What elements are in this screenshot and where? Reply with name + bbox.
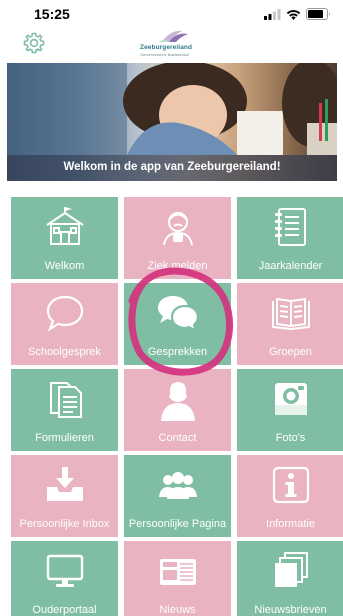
tile-label: Schoolgesprek [28, 346, 101, 358]
tile-formulieren[interactable]: Formulieren [11, 369, 118, 451]
gear-icon[interactable] [22, 31, 46, 55]
tile-label: Ouderportaal [32, 604, 97, 616]
battery-icon [306, 8, 330, 20]
info-icon [272, 466, 309, 504]
camera-icon [274, 383, 307, 415]
tile-schoolgesprek[interactable]: Schoolgesprek [11, 283, 118, 365]
tile-label: Contact [158, 432, 197, 444]
sick-child-icon [162, 212, 193, 246]
tile-fotos[interactable]: Foto's [237, 369, 343, 451]
tile-label: Groepen [269, 346, 312, 358]
tile-label: Ziek melden [147, 260, 208, 272]
documents-icon [49, 382, 82, 418]
tile-jaarkalender[interactable]: Jaarkalender [237, 197, 343, 279]
status-bar: 15:25 [0, 0, 343, 28]
signal-icon [264, 8, 281, 20]
tile-label: Persoonlijke Inbox [19, 518, 110, 530]
chat-bubbles-icon [157, 296, 199, 334]
tile-nieuwsbrieven[interactable]: Nieuwsbrieven [237, 541, 343, 616]
status-time: 15:25 [34, 6, 70, 22]
hero-banner: Welkom in de app van Zeeburgereiland! [7, 63, 337, 181]
speech-bubble-icon [46, 295, 83, 332]
tile-persoonlijke-inbox[interactable]: Persoonlijke Inbox [11, 455, 118, 537]
people-group-icon [158, 472, 197, 499]
tile-label: Jaarkalender [258, 260, 323, 272]
tile-label: Nieuws [159, 604, 196, 616]
tile-ouderportaal[interactable]: Ouderportaal [11, 541, 118, 616]
notebook-icon [274, 208, 306, 246]
contact-person-icon [160, 379, 195, 421]
tile-label: Persoonlijke Pagina [128, 518, 227, 530]
hero-caption: Welkom in de app van Zeeburgereiland! [63, 161, 281, 173]
status-icons [264, 8, 331, 20]
tile-label: Formulieren [35, 432, 94, 444]
open-book-icon [271, 297, 310, 331]
inbox-tray-icon [46, 467, 83, 501]
tile-label: Foto's [275, 432, 306, 444]
newspaper-icon [159, 559, 196, 585]
tile-label: Gesprekken [147, 346, 208, 358]
wifi-icon [286, 9, 301, 20]
tile-label: Welkom [44, 260, 85, 272]
tile-informatie[interactable]: Informatie [237, 455, 343, 537]
tile-nieuws[interactable]: Nieuws [124, 541, 231, 616]
tile-ziek-melden[interactable]: Ziek melden [124, 197, 231, 279]
logo-title: Zeeburgereiland [140, 44, 193, 51]
app-header: Zeeburgereiland Oecumenische Basisschool [0, 28, 343, 62]
tile-gesprekken[interactable]: Gesprekken [124, 283, 231, 365]
stacked-pages-icon [274, 552, 308, 587]
logo-subtitle: Oecumenische Basisschool [140, 52, 190, 57]
school-building-icon [45, 207, 84, 245]
tile-label: Informatie [266, 518, 315, 530]
tile-contact[interactable]: Contact [124, 369, 231, 451]
tile-label: Nieuwsbrieven [254, 604, 327, 616]
tile-groepen[interactable]: Groepen [237, 283, 343, 365]
hero-photo [7, 63, 337, 155]
tile-welkom[interactable]: Welkom [11, 197, 118, 279]
tile-persoonlijke-pagina[interactable]: Persoonlijke Pagina [124, 455, 231, 537]
monitor-icon [46, 554, 83, 587]
